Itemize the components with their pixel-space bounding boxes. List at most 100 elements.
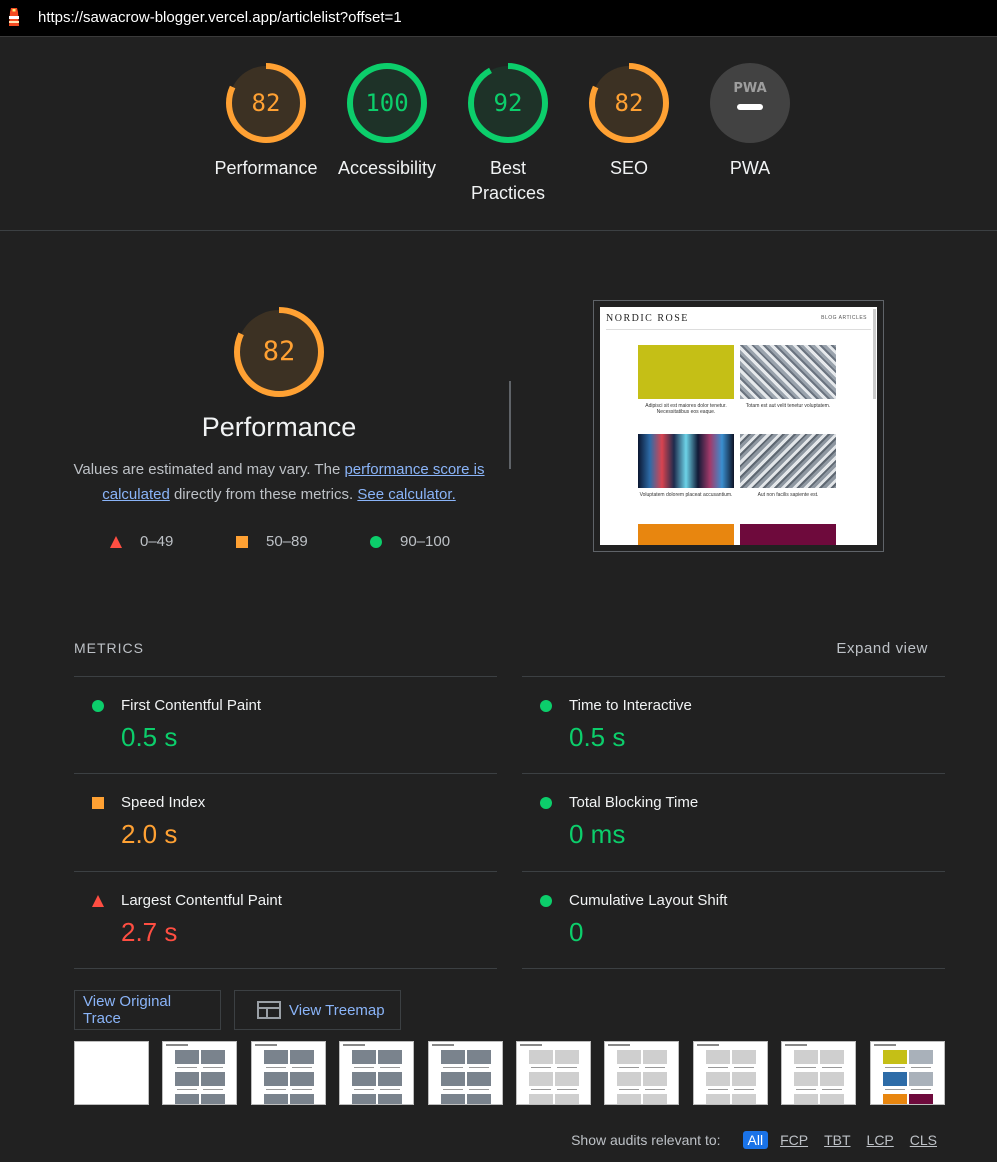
pwa-badge-icon: PWA	[710, 63, 790, 143]
frame-header-line	[520, 1044, 542, 1046]
frame-tile	[794, 1094, 819, 1104]
desc-text: directly from these metrics.	[169, 486, 358, 503]
frame-caption-line	[645, 1067, 666, 1068]
frame-header-line	[254, 1044, 277, 1046]
gauge-best-practices[interactable]: 92 Best Practices	[448, 62, 568, 206]
legend-fail: 0–49	[110, 533, 173, 550]
frame-tile	[882, 1094, 907, 1104]
frame-caption-line	[380, 1089, 401, 1090]
performance-summary: 82 Performance Values are estimated and …	[70, 306, 488, 507]
final-screenshot[interactable]: NORDIC ROSE BLOG ARTICLES Adipisci sit e…	[593, 300, 884, 552]
frame-caption-line	[822, 1089, 843, 1090]
frame-tile	[705, 1072, 730, 1086]
frame-caption-line	[531, 1089, 551, 1090]
frame-caption-line	[354, 1067, 375, 1068]
frame-caption-line	[291, 1089, 312, 1090]
gauge-label: Best Practices	[448, 156, 568, 206]
filmstrip-frame	[339, 1041, 415, 1105]
frame-tile	[175, 1072, 200, 1086]
gauge-label-line: Best	[489, 158, 527, 178]
frame-tile	[731, 1094, 756, 1104]
gauge-score: 82	[614, 89, 644, 117]
metric-tbt: Total Blocking Time 0 ms	[522, 773, 945, 870]
gauge-performance[interactable]: 82 Performance	[206, 62, 326, 181]
gauge-seo[interactable]: 82 SEO	[569, 62, 689, 181]
frame-header-line	[608, 1044, 631, 1046]
screenshot-divider	[606, 329, 871, 330]
metric-cls: Cumulative Layout Shift 0	[522, 871, 945, 968]
gauge-accessibility[interactable]: 100 Accessibility	[327, 62, 447, 181]
frame-tile	[882, 1050, 907, 1064]
gauge-pwa[interactable]: PWA PWA	[690, 62, 810, 181]
legend-average: 50–89	[236, 533, 308, 550]
frame-tile	[908, 1072, 933, 1086]
filter-chip-all[interactable]: All	[742, 1131, 769, 1149]
frame-tile	[201, 1050, 226, 1064]
frame-tile	[705, 1094, 730, 1104]
gauge-score: 82	[251, 89, 281, 117]
expand-view-toggle[interactable]: Expand view	[836, 640, 928, 657]
frame-tile	[617, 1072, 642, 1086]
frame-tile	[794, 1050, 819, 1064]
filter-chip-cls[interactable]: CLS	[906, 1131, 941, 1149]
view-treemap-button[interactable]: View Treemap	[234, 990, 401, 1030]
frame-caption-line	[707, 1067, 728, 1068]
metric-lcp: Largest Contentful Paint 2.7 s	[74, 871, 497, 968]
frame-caption-line	[910, 1067, 931, 1068]
frame-caption-line	[442, 1067, 463, 1068]
screenshot-scrollbar	[873, 309, 876, 399]
filmstrip-frame	[516, 1041, 591, 1105]
frame-tile	[555, 1050, 579, 1064]
lighthouse-icon	[9, 8, 19, 26]
audits-filter-label: Show audits relevant to:	[571, 1132, 721, 1148]
frame-caption-line	[177, 1089, 198, 1090]
metric-name: Speed Index	[121, 794, 206, 811]
frame-tile	[820, 1050, 845, 1064]
see-calculator-link[interactable]: See calculator.	[357, 486, 455, 503]
screenshot-caption: Voluptatem dolorem placeat accusantium.	[639, 492, 733, 498]
metric-value: 0 ms	[569, 819, 626, 849]
button-label: View Treemap	[289, 1001, 385, 1019]
frame-caption-line	[203, 1089, 224, 1090]
frame-tile	[263, 1050, 288, 1064]
frame-tile	[352, 1094, 377, 1104]
category-gauges: 82 Performance 100 Accessibility 92 Best…	[0, 62, 997, 212]
frame-tile	[555, 1094, 579, 1104]
frame-tile	[643, 1072, 668, 1086]
view-original-trace-button[interactable]: View Original Trace	[74, 990, 221, 1030]
performance-description: Values are estimated and may vary. The p…	[70, 457, 488, 507]
screenshot-caption: Adipisci sit est maiores dolor tenetur. …	[645, 403, 727, 415]
filter-chip-fcp[interactable]: FCP	[776, 1131, 812, 1149]
frame-caption-line	[531, 1067, 551, 1068]
filmstrip-frame	[74, 1041, 149, 1105]
frame-caption-line	[557, 1067, 577, 1068]
pass-circle-icon	[540, 797, 552, 809]
frame-caption-line	[733, 1067, 754, 1068]
filter-chip-tbt[interactable]: TBT	[820, 1131, 854, 1149]
frame-tile	[263, 1094, 288, 1104]
screenshot-tile-glass	[740, 345, 836, 399]
screenshot-page: NORDIC ROSE BLOG ARTICLES Adipisci sit e…	[600, 307, 877, 545]
gauge-score: 92	[493, 89, 523, 117]
metric-name: Largest Contentful Paint	[121, 892, 282, 909]
vertical-separator	[509, 381, 511, 469]
header-divider	[0, 230, 997, 231]
frame-tile	[908, 1050, 933, 1064]
filmstrip-frame	[427, 1041, 503, 1105]
frame-tile	[289, 1050, 314, 1064]
frame-header-line	[873, 1044, 896, 1046]
gauge-label-line: Practices	[470, 183, 546, 203]
screenshot-tile-orange	[638, 524, 734, 545]
performance-gauge: 82	[233, 306, 325, 398]
legend-range: 90–100	[400, 533, 451, 550]
frame-caption-line	[442, 1089, 463, 1090]
performance-score: 82	[262, 336, 296, 367]
metrics-divider	[522, 968, 945, 969]
filmstrip	[74, 1041, 945, 1105]
gauge-label: PWA	[729, 158, 771, 178]
filter-chip-lcp[interactable]: LCP	[863, 1131, 898, 1149]
frame-caption-line	[203, 1067, 224, 1068]
legend-range: 0–49	[140, 533, 174, 550]
page-url: https://sawacrow-blogger.vercel.app/arti…	[38, 9, 402, 26]
filmstrip-frame	[781, 1041, 857, 1105]
